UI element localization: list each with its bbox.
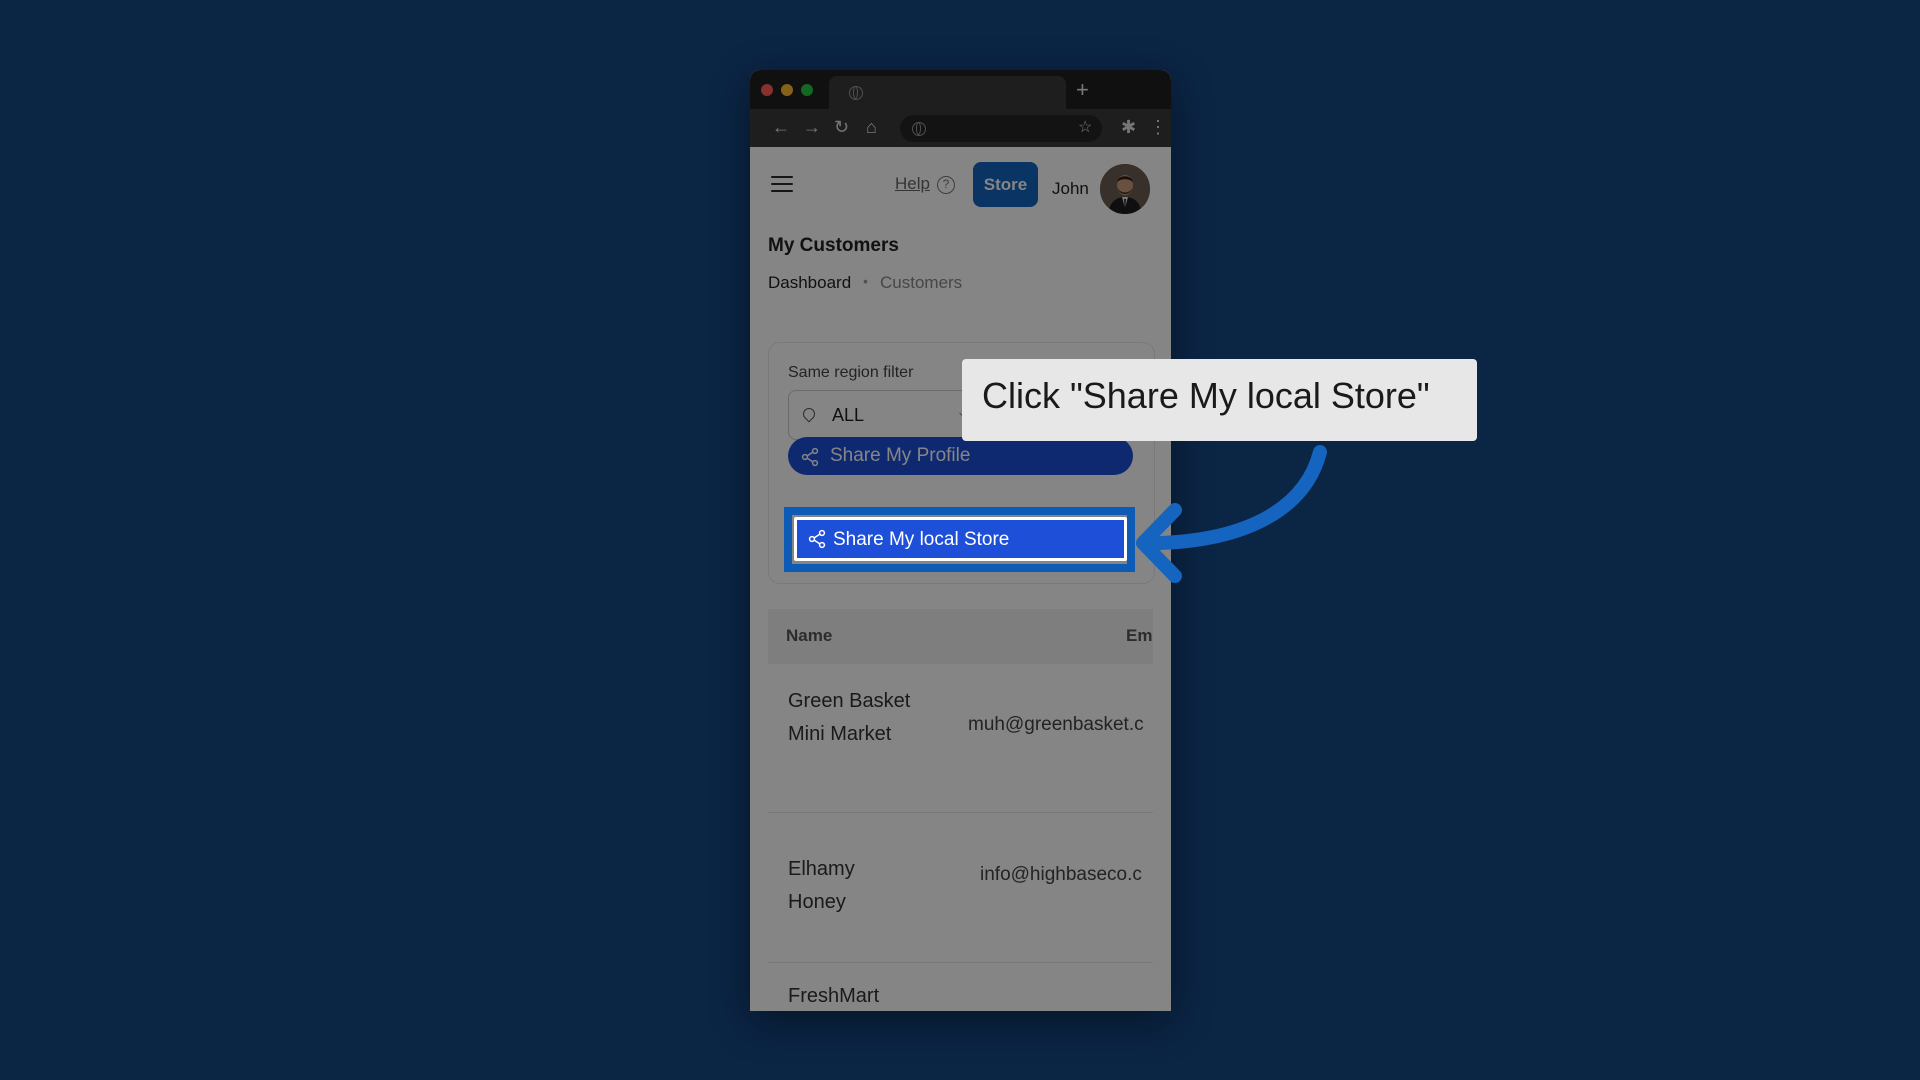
tab-strip: + — [750, 70, 1171, 109]
share-my-profile-label: Share My Profile — [830, 445, 971, 466]
customer-email: muh@greenbasket.c — [968, 714, 1144, 735]
region-filter-value: ALL — [832, 405, 865, 425]
forward-icon[interactable]: → — [803, 115, 821, 139]
customer-email: info@highbaseco.c — [980, 864, 1142, 885]
customer-name: FreshMart — [788, 985, 880, 1007]
share-my-profile-button[interactable]: Share My Profile — [788, 437, 1133, 475]
extensions-icon[interactable]: ✱ — [1121, 115, 1136, 139]
help-icon[interactable]: ? — [937, 176, 955, 194]
back-icon[interactable]: ← — [772, 115, 790, 139]
breadcrumb-dashboard[interactable]: Dashboard — [768, 273, 851, 293]
share-icon — [808, 529, 826, 549]
new-tab-button[interactable]: + — [1076, 77, 1089, 103]
page-title: My Customers — [768, 235, 899, 256]
customer-name: Green Basket Mini Market — [788, 690, 911, 745]
instruction-text: Click "Share My local Store" — [982, 375, 1430, 416]
user-name[interactable]: John — [1052, 179, 1089, 199]
row-divider — [768, 962, 1153, 963]
bookmark-star-icon[interactable]: ☆ — [1078, 116, 1092, 140]
close-window-button[interactable] — [761, 84, 773, 96]
browser-window: + ← → ↻ ⌂ ☆ ✱ ⋮ Help ? Store John My Cus… — [750, 70, 1171, 1011]
column-header-email[interactable]: Em — [1126, 626, 1152, 646]
browser-tab[interactable] — [829, 76, 1066, 109]
pointer-arrow-icon — [1136, 445, 1327, 583]
share-my-local-store-label: Share My local Store — [833, 529, 1010, 550]
location-pin-icon — [800, 405, 818, 423]
home-icon[interactable]: ⌂ — [866, 115, 877, 139]
address-bar[interactable]: ☆ — [900, 115, 1102, 142]
menu-dots-icon[interactable]: ⋮ — [1149, 115, 1167, 139]
avatar[interactable] — [1100, 164, 1150, 214]
table-header: Name Em — [768, 609, 1153, 664]
instruction-callout: Click "Share My local Store" — [962, 359, 1477, 441]
reload-icon[interactable]: ↻ — [834, 115, 849, 139]
browser-toolbar: ← → ↻ ⌂ ☆ ✱ ⋮ — [750, 109, 1171, 147]
store-button[interactable]: Store — [973, 162, 1038, 207]
breadcrumb-separator: • — [863, 273, 868, 289]
maximize-window-button[interactable] — [801, 84, 813, 96]
share-icon — [801, 447, 819, 467]
column-header-name[interactable]: Name — [786, 626, 832, 646]
minimize-window-button[interactable] — [781, 84, 793, 96]
globe-icon — [849, 86, 863, 100]
share-my-local-store-button[interactable]: Share My local Store — [794, 517, 1127, 561]
breadcrumb-customers: Customers — [880, 273, 963, 292]
globe-icon — [912, 122, 926, 136]
help-link[interactable]: Help — [895, 174, 930, 194]
row-divider — [768, 812, 1153, 813]
region-filter-label: Same region filter — [788, 364, 914, 381]
hamburger-menu-icon[interactable] — [771, 176, 793, 192]
customer-name: Elhamy Honey — [788, 858, 855, 913]
region-filter-select[interactable]: ALL ⌄ — [788, 390, 983, 440]
